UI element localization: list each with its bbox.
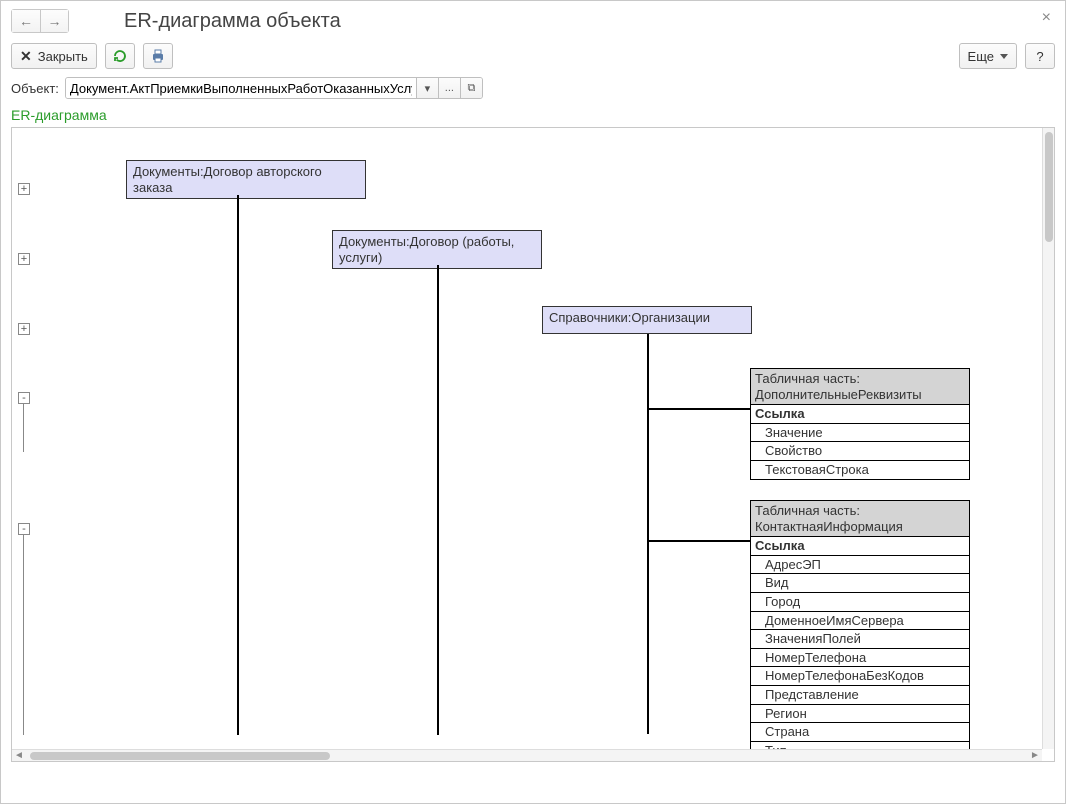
table-part-row[interactable]: Свойство — [750, 442, 970, 461]
close-button[interactable]: ✕ Закрыть — [11, 43, 97, 69]
connector-line — [237, 195, 239, 735]
entity-box[interactable]: Документы:Договор (работы, услуги) — [332, 230, 542, 269]
object-input-group: ▾ ... ⧉ — [65, 77, 483, 99]
print-icon — [150, 48, 166, 64]
table-part-row[interactable]: Значение — [750, 424, 970, 443]
horizontal-scroll-thumb[interactable] — [30, 752, 330, 760]
object-input[interactable] — [66, 78, 416, 98]
object-row: Объект: ▾ ... ⧉ — [11, 77, 1055, 99]
table-part: Табличная часть: КонтактнаяИнформация Сс… — [750, 500, 970, 760]
toolbar: ✕ Закрыть Еще ? — [11, 43, 1055, 69]
table-part-row[interactable]: НомерТелефона — [750, 649, 970, 668]
tree-line — [23, 535, 24, 735]
more-label: Еще — [968, 49, 994, 64]
diagram-canvas[interactable]: + + + - - Документы:Договор авторского з… — [12, 128, 1055, 762]
nav-buttons: ← → — [11, 9, 69, 33]
connector-line — [437, 265, 439, 735]
tree-line — [23, 404, 24, 452]
help-button[interactable]: ? — [1025, 43, 1055, 69]
scroll-left-icon[interactable]: ◄ — [14, 751, 24, 761]
table-part-row[interactable]: Вид — [750, 574, 970, 593]
table-part-row[interactable]: Город — [750, 593, 970, 612]
connector-line — [647, 408, 752, 410]
tree-toggle[interactable]: - — [18, 392, 30, 404]
back-button[interactable]: ← — [12, 10, 40, 32]
connector-line — [647, 540, 752, 542]
entity-box[interactable]: Документы:Договор авторского заказа — [126, 160, 366, 199]
object-picker-button[interactable]: ... — [438, 78, 460, 98]
page-title: ER-диаграмма объекта — [124, 10, 341, 33]
help-label: ? — [1036, 49, 1043, 64]
table-part-row[interactable]: Регион — [750, 705, 970, 724]
close-icon: ✕ — [20, 48, 32, 65]
tree-toggle[interactable]: + — [18, 323, 30, 335]
titlebar: ← → ER-диаграмма объекта — [11, 9, 1055, 33]
object-dropdown-button[interactable]: ▾ — [416, 78, 438, 98]
vertical-scroll-thumb[interactable] — [1045, 132, 1053, 242]
table-part-row[interactable]: АдресЭП — [750, 556, 970, 575]
refresh-button[interactable] — [105, 43, 135, 69]
horizontal-scrollbar[interactable]: ◄ ► — [12, 749, 1042, 761]
table-part-row[interactable]: Представление — [750, 686, 970, 705]
more-button[interactable]: Еще — [959, 43, 1017, 69]
scroll-right-icon[interactable]: ► — [1030, 751, 1040, 761]
connector-line — [647, 334, 649, 734]
window-close-button[interactable]: × — [1042, 9, 1051, 27]
table-part-header: Табличная часть: КонтактнаяИнформация — [750, 500, 970, 537]
table-part-row[interactable]: ЗначенияПолей — [750, 630, 970, 649]
diagram-frame: + + + - - Документы:Договор авторского з… — [11, 127, 1055, 762]
refresh-icon — [112, 48, 128, 64]
table-part-row[interactable]: НомерТелефонаБезКодов — [750, 667, 970, 686]
table-part-ref[interactable]: Ссылка — [750, 537, 970, 556]
tree-toggle[interactable]: - — [18, 523, 30, 535]
close-label: Закрыть — [38, 49, 88, 64]
table-part-row[interactable]: ДоменноеИмяСервера — [750, 612, 970, 631]
section-title: ER-диаграмма — [11, 107, 1055, 123]
vertical-scrollbar[interactable] — [1042, 128, 1054, 749]
table-part-ref[interactable]: Ссылка — [750, 405, 970, 424]
entity-box[interactable]: Справочники:Организации — [542, 306, 752, 334]
print-button[interactable] — [143, 43, 173, 69]
table-part-header: Табличная часть: ДополнительныеРеквизиты — [750, 368, 970, 405]
object-label: Объект: — [11, 81, 59, 96]
forward-button[interactable]: → — [40, 10, 68, 32]
tree-toggle[interactable]: + — [18, 183, 30, 195]
table-part-row[interactable]: ТекстоваяСтрока — [750, 461, 970, 480]
tree-toggle[interactable]: + — [18, 253, 30, 265]
table-part: Табличная часть: ДополнительныеРеквизиты… — [750, 368, 970, 480]
app-window: × ← → ER-диаграмма объекта ✕ Закрыть — [0, 0, 1066, 804]
object-open-button[interactable]: ⧉ — [460, 78, 482, 98]
table-part-row[interactable]: Страна — [750, 723, 970, 742]
